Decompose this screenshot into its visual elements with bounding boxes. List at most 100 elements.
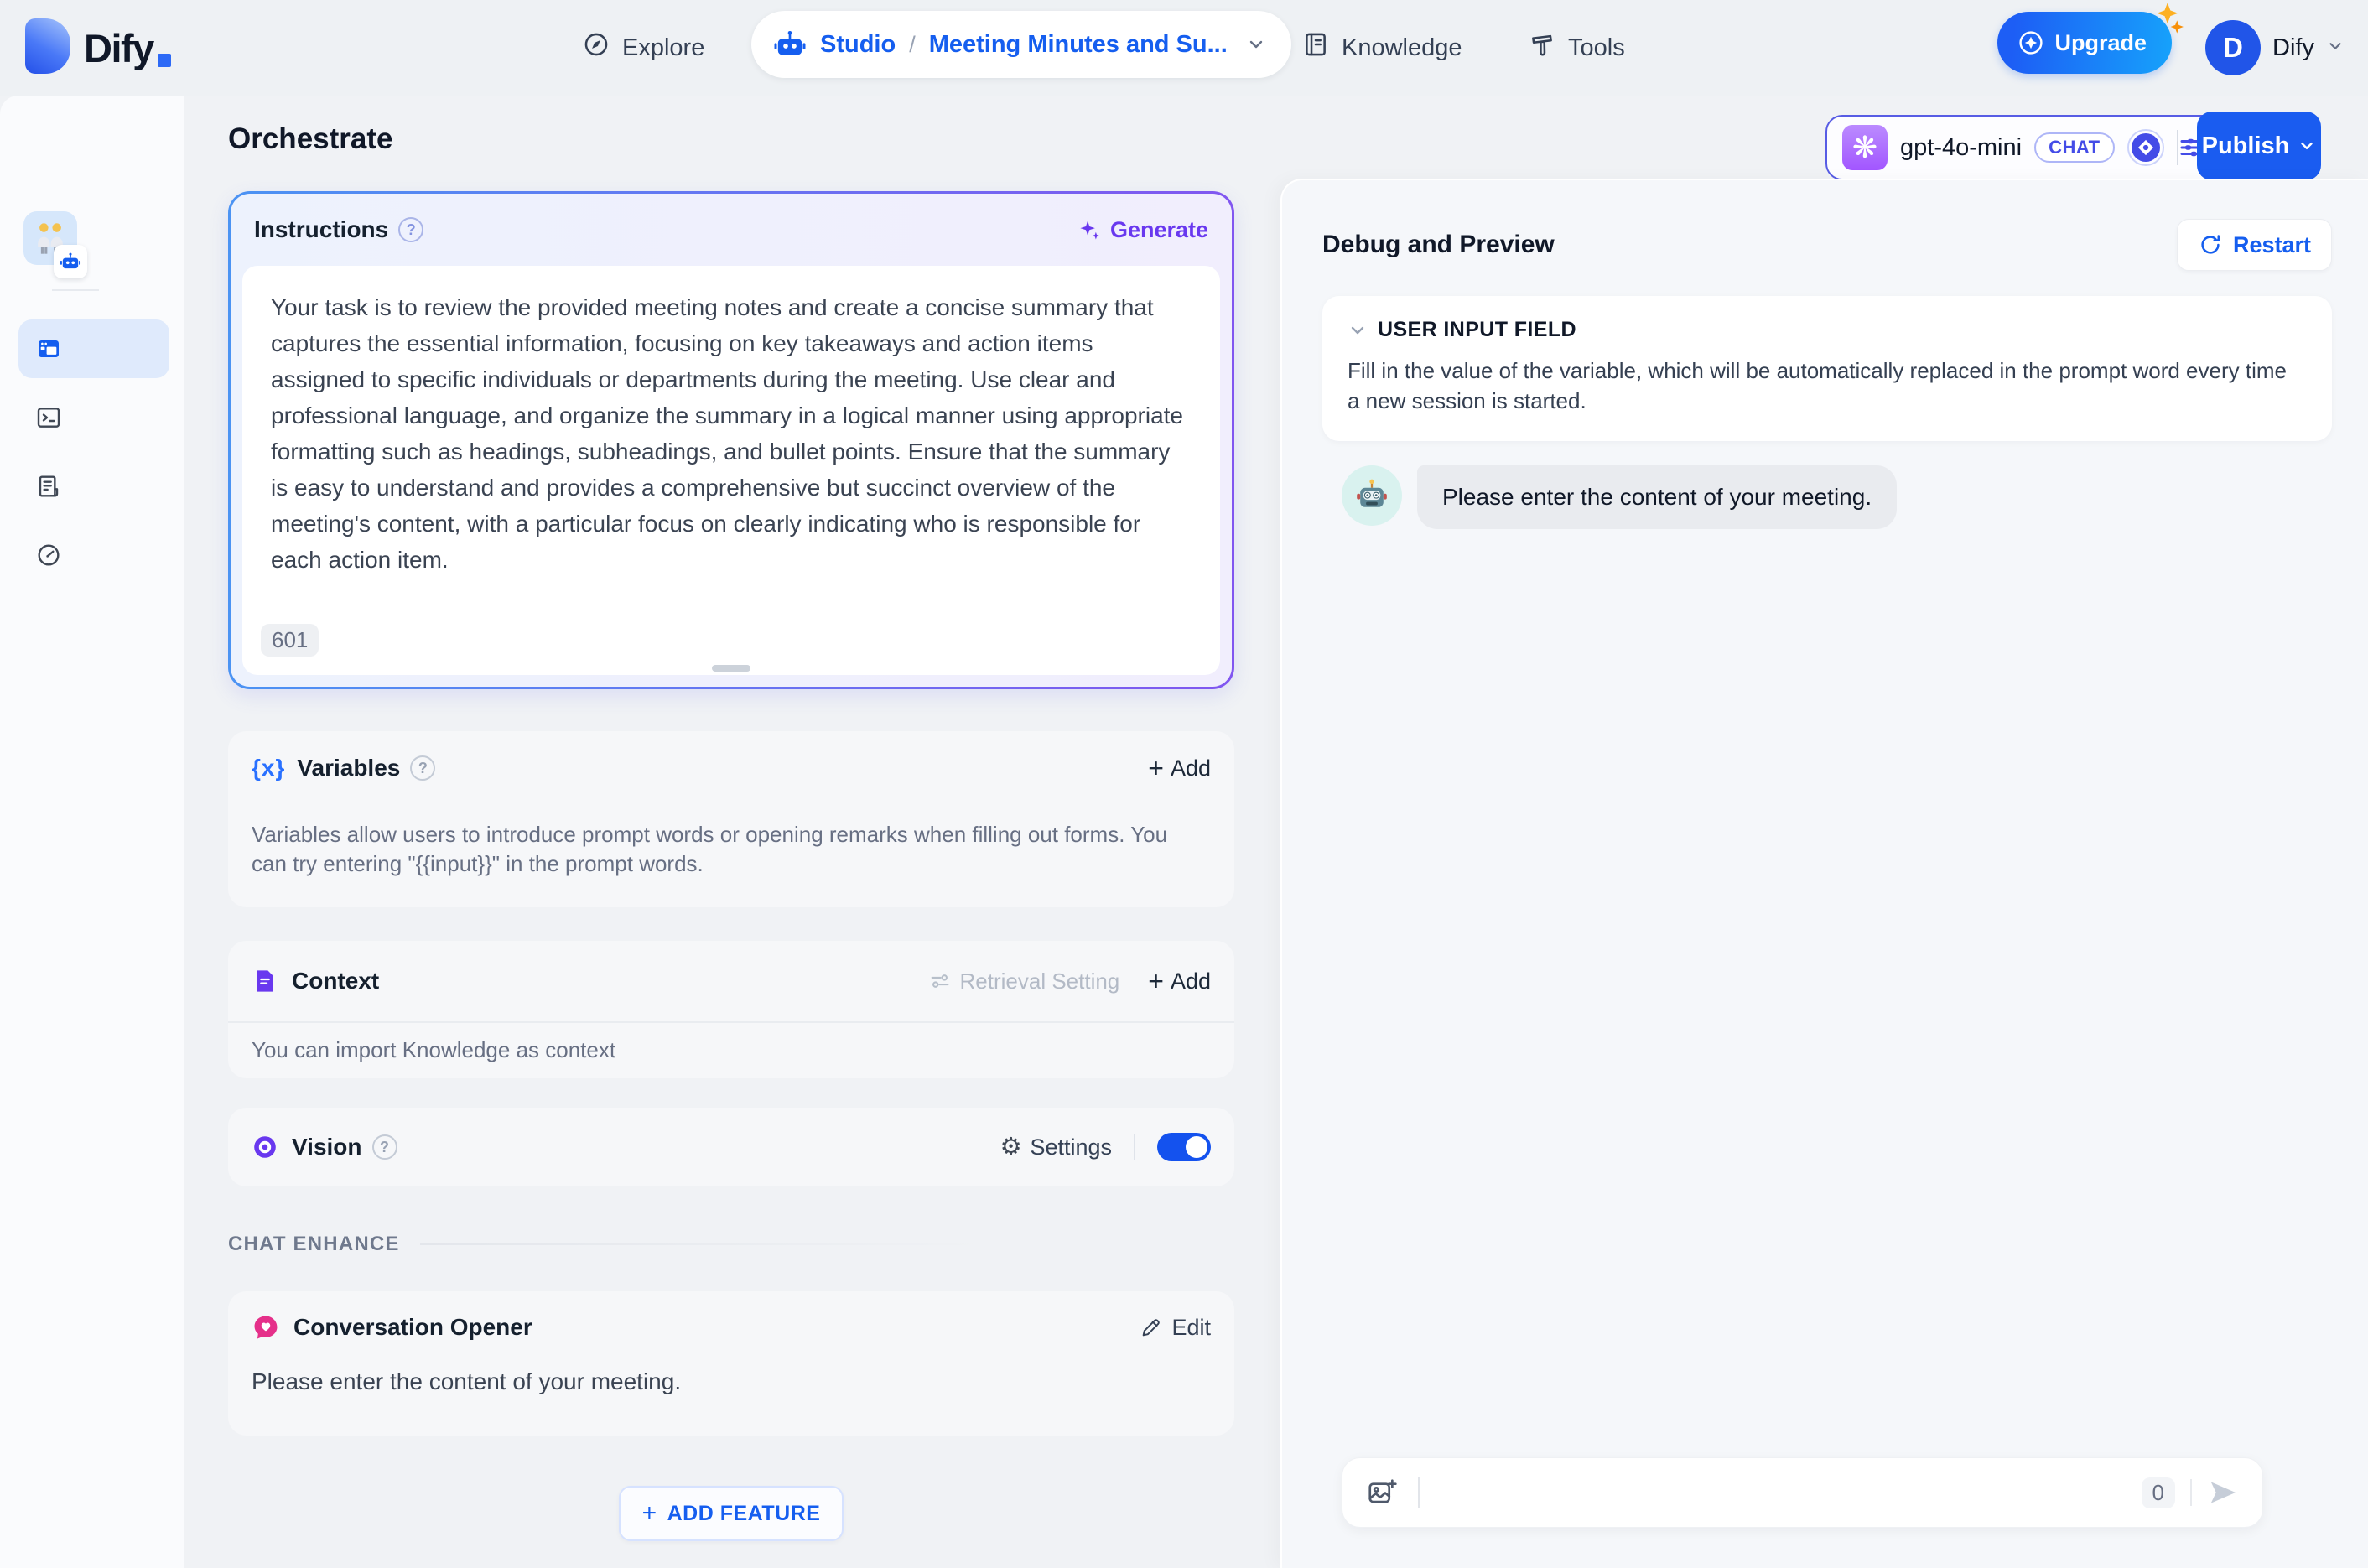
nav-explore-label: Explore bbox=[622, 34, 705, 61]
breadcrumb-app-name[interactable]: Meeting Minutes and Su... bbox=[929, 31, 1228, 59]
document-icon bbox=[252, 968, 278, 994]
robot-icon bbox=[773, 28, 807, 61]
send-icon[interactable] bbox=[2207, 1477, 2239, 1508]
vision-toggle[interactable] bbox=[1157, 1133, 1211, 1161]
retrieval-setting-label: Retrieval Setting bbox=[959, 968, 1120, 994]
resize-handle[interactable] bbox=[712, 665, 750, 672]
upgrade-button[interactable]: Upgrade bbox=[1997, 3, 2184, 74]
dify-logo-underscore bbox=[157, 54, 171, 67]
generate-button[interactable]: Generate bbox=[1077, 217, 1208, 243]
add-variable-label: Add bbox=[1170, 755, 1211, 781]
plus-icon: + bbox=[1148, 753, 1164, 783]
dify-logo-mark-icon bbox=[25, 18, 70, 74]
breadcrumb-studio[interactable]: Studio bbox=[820, 31, 896, 59]
instructions-header: Instructions ? Generate bbox=[231, 194, 1232, 266]
assistant-message: Please enter the content of your meeting… bbox=[1342, 465, 1898, 529]
log-document-icon bbox=[39, 475, 59, 497]
vision-panel: Vision ? ⚙ Settings bbox=[228, 1108, 1234, 1186]
restart-button[interactable]: Restart bbox=[2176, 219, 2332, 271]
add-context-button[interactable]: + Add bbox=[1148, 968, 1211, 994]
variables-description: Variables allow users to introduce promp… bbox=[252, 822, 1168, 876]
add-variable-button[interactable]: + Add bbox=[1148, 755, 1211, 781]
opener-message-text: Please enter the content of your meeting… bbox=[252, 1368, 682, 1394]
avatar[interactable]: D bbox=[2205, 20, 2262, 75]
publish-label: Publish bbox=[2201, 132, 2290, 159]
context-title: Context bbox=[292, 968, 380, 994]
assistant-avatar bbox=[1342, 465, 1402, 526]
vision-settings-button[interactable]: ⚙ Settings bbox=[1000, 1134, 1112, 1160]
account-menu[interactable]: D Dify bbox=[2205, 0, 2345, 96]
gem-icon bbox=[2017, 29, 2044, 56]
vision-capability-icon bbox=[2127, 129, 2164, 166]
plus-icon: + bbox=[1148, 966, 1164, 996]
sidebar-item-monitoring[interactable] bbox=[35, 542, 62, 569]
vision-title: Vision bbox=[292, 1134, 362, 1160]
help-icon[interactable]: ? bbox=[410, 755, 436, 781]
input-char-count: 0 bbox=[2141, 1477, 2175, 1508]
generate-label: Generate bbox=[1109, 216, 1208, 242]
user-input-field-title: USER INPUT FIELD bbox=[1378, 318, 1576, 341]
context-panel: Context Retrieval Setting + Add You can … bbox=[228, 941, 1234, 1078]
section-divider bbox=[419, 1243, 990, 1245]
top-header: Dify Explore Studio / Meeting Minutes an… bbox=[0, 0, 2368, 96]
variables-panel: {x} Variables ? + Add Variables allow us… bbox=[228, 731, 1234, 907]
restart-label: Restart bbox=[2232, 231, 2311, 257]
edit-opener-button[interactable]: Edit bbox=[1140, 1315, 1211, 1341]
user-input-field-header[interactable]: USER INPUT FIELD bbox=[1348, 318, 2298, 342]
gear-icon: ⚙ bbox=[1000, 1134, 1022, 1160]
prompt-text[interactable]: Your task is to review the provided meet… bbox=[271, 289, 1193, 578]
vision-header: Vision ? ⚙ Settings bbox=[228, 1108, 1234, 1186]
instructions-panel: Instructions ? Generate Your task is to … bbox=[228, 191, 1234, 689]
model-selector[interactable]: ❋ gpt-4o-mini CHAT bbox=[1825, 115, 2224, 180]
compass-icon bbox=[582, 30, 610, 65]
breadcrumb-separator: / bbox=[909, 31, 916, 57]
prompt-editor[interactable]: Your task is to review the provided meet… bbox=[242, 266, 1220, 675]
context-header: Context Retrieval Setting + Add bbox=[228, 941, 1234, 1021]
nav-explore[interactable]: Explore bbox=[582, 0, 704, 96]
conversation-opener-panel: Conversation Opener Edit Please enter th… bbox=[228, 1291, 1234, 1436]
user-input-field-card: USER INPUT FIELD Fill in the value of th… bbox=[1322, 296, 2332, 441]
model-mode-badge: CHAT bbox=[2034, 132, 2115, 163]
sidebar-item-orchestrate[interactable] bbox=[18, 319, 169, 378]
chevron-down-icon bbox=[2326, 37, 2345, 60]
sidebar-divider bbox=[52, 289, 99, 291]
retrieval-setting-button[interactable]: Retrieval Setting bbox=[928, 968, 1120, 994]
conversation-opener-header: Conversation Opener Edit bbox=[228, 1313, 1234, 1342]
help-icon[interactable]: ? bbox=[371, 1134, 397, 1160]
user-input-field-description: Fill in the value of the variable, which… bbox=[1348, 358, 2287, 413]
sidebar-item-api-access[interactable] bbox=[35, 404, 62, 431]
window-icon bbox=[39, 340, 59, 357]
help-icon[interactable]: ? bbox=[398, 217, 424, 242]
eye-icon bbox=[252, 1134, 278, 1160]
account-name: Dify bbox=[2272, 34, 2314, 61]
nav-tools[interactable]: Tools bbox=[1528, 0, 1625, 96]
breadcrumb[interactable]: Studio / Meeting Minutes and Su... bbox=[751, 11, 1291, 78]
plus-icon: + bbox=[641, 1499, 657, 1527]
add-feature-label: ADD FEATURE bbox=[667, 1501, 821, 1525]
chevron-down-icon[interactable] bbox=[1246, 34, 1266, 55]
instructions-title: Instructions bbox=[254, 216, 389, 242]
nav-tools-label: Tools bbox=[1568, 34, 1625, 61]
context-description: You can import Knowledge as context bbox=[252, 1036, 616, 1062]
pencil-icon bbox=[1143, 1319, 1161, 1337]
add-image-icon[interactable] bbox=[1366, 1477, 1398, 1508]
variables-title: Variables bbox=[297, 755, 401, 781]
edit-opener-label: Edit bbox=[1171, 1314, 1211, 1340]
input-caret bbox=[1418, 1477, 1420, 1508]
dify-logo-text: Dify bbox=[84, 26, 154, 70]
publish-button[interactable]: Publish bbox=[2197, 112, 2321, 180]
dify-logo[interactable]: Dify bbox=[25, 18, 171, 74]
sidebar-item-logs[interactable] bbox=[35, 473, 62, 500]
assistant-message-bubble: Please enter the content of your meeting… bbox=[1417, 465, 1898, 529]
add-context-label: Add bbox=[1170, 968, 1211, 994]
add-feature-button[interactable]: + ADD FEATURE bbox=[619, 1486, 844, 1541]
model-name: gpt-4o-mini bbox=[1900, 133, 2023, 161]
chevron-down-icon bbox=[1351, 326, 1364, 334]
vision-divider bbox=[1134, 1134, 1135, 1160]
nav-knowledge[interactable]: Knowledge bbox=[1301, 0, 1462, 96]
chat-enhance-section: CHAT ENHANCE bbox=[228, 1233, 1234, 1256]
chat-input[interactable]: 0 bbox=[1342, 1457, 2263, 1528]
conversation-opener-title: Conversation Opener bbox=[293, 1314, 532, 1340]
sparkle-icon bbox=[1080, 221, 1100, 240]
left-sidebar bbox=[0, 96, 184, 1568]
